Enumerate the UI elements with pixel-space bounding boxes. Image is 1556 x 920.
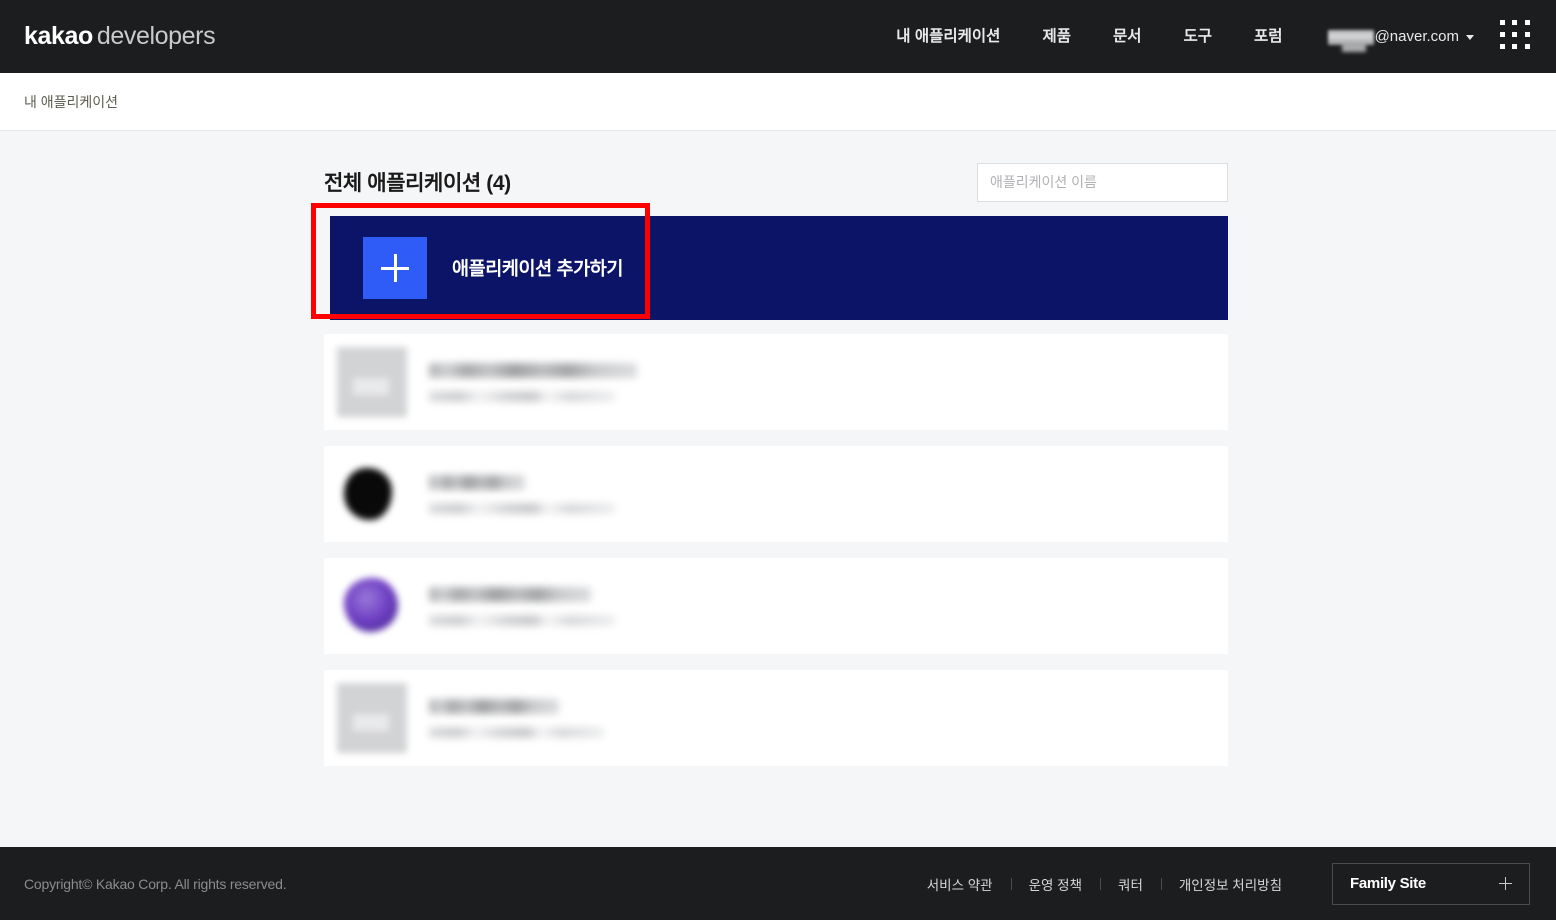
logo-developers-text: developers [96,22,216,50]
chevron-down-icon [1466,35,1474,40]
gray-placeholder-thumbnail [337,347,407,417]
plus-icon [1499,877,1512,890]
footer-policy[interactable]: 운영 정책 [1011,874,1100,894]
account-menu[interactable]: @naver.com [1327,28,1474,45]
applications-list [324,334,1228,766]
main-content: 전체 애플리케이션 (4) 애플리케이션 추가하기 [0,132,1556,847]
application-name-redacted [429,362,637,378]
application-name-redacted [429,586,591,602]
search-input[interactable] [977,162,1228,202]
nav-my-applications[interactable]: 내 애플리케이션 [875,0,1021,73]
purple-blob-thumbnail [337,571,407,641]
site-header: kakao developers 내 애플리케이션 제품 문서 도구 포럼 @na… [0,0,1556,73]
plus-icon [363,237,427,299]
application-meta-redacted [429,390,615,402]
account-name-redacted [1327,30,1374,45]
breadcrumb: 내 애플리케이션 [0,73,1556,131]
application-meta-redacted [429,502,615,514]
grid-3x3-icon[interactable] [1500,19,1534,54]
family-site-label: Family Site [1350,875,1426,892]
application-card[interactable] [324,446,1228,542]
application-card[interactable] [324,334,1228,430]
application-info [429,698,604,738]
nav-tools[interactable]: 도구 [1163,0,1234,73]
application-info [429,362,637,402]
add-application-label: 애플리케이션 추가하기 [452,258,623,279]
logo-kakao-text: kakao [24,22,93,50]
page-title: 전체 애플리케이션 (4) [324,172,511,195]
application-info [429,474,615,514]
gray-placeholder-thumbnail [337,683,407,753]
application-card[interactable] [324,558,1228,654]
family-site-dropdown[interactable]: Family Site [1332,862,1530,905]
footer-quota[interactable]: 쿼터 [1100,874,1161,894]
add-application-row: 애플리케이션 추가하기 [311,203,1228,320]
account-email: @naver.com [1374,28,1459,45]
footer-privacy[interactable]: 개인정보 처리방침 [1161,874,1300,894]
application-card[interactable] [324,670,1228,766]
applications-panel: 전체 애플리케이션 (4) 애플리케이션 추가하기 [311,132,1228,782]
breadcrumb-my-applications[interactable]: 내 애플리케이션 [24,92,118,112]
application-meta-redacted [429,726,604,738]
black-blob-thumbnail [337,459,407,529]
site-footer: Copyright© Kakao Corp. All rights reserv… [0,847,1556,920]
footer-links: 서비스 약관 운영 정책 쿼터 개인정보 처리방침 Family Site [909,862,1556,905]
applications-list-header: 전체 애플리케이션 (4) [324,132,1228,210]
primary-navigation: 내 애플리케이션 제품 문서 도구 포럼 @naver.com [875,0,1556,73]
nav-docs[interactable]: 문서 [1092,0,1163,73]
application-meta-redacted [429,614,615,626]
site-logo[interactable]: kakao developers [24,22,216,50]
copyright-text: Copyright© Kakao Corp. All rights reserv… [24,875,287,892]
nav-products[interactable]: 제품 [1021,0,1092,73]
application-name-redacted [429,474,525,490]
application-name-redacted [429,698,559,714]
nav-forum[interactable]: 포럼 [1233,0,1304,73]
promo-banner[interactable] [643,216,1228,320]
application-info [429,586,615,626]
add-application-button[interactable]: 애플리케이션 추가하기 [330,216,643,320]
footer-terms[interactable]: 서비스 약관 [909,874,1011,894]
